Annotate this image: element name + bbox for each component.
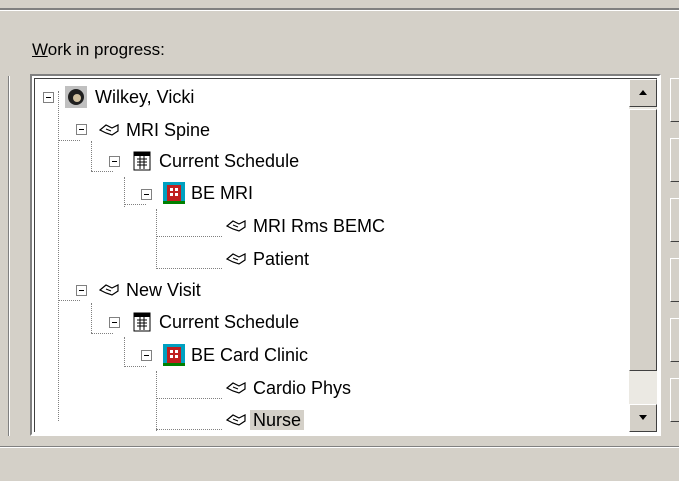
- label-accelerator: W: [32, 40, 48, 59]
- side-button[interactable]: [670, 318, 679, 362]
- side-button[interactable]: [670, 258, 679, 302]
- tree-content: Wilkey, Vicki MRI Spine Current Schedule: [35, 79, 625, 432]
- tree-line: [124, 337, 125, 367]
- side-button[interactable]: [670, 378, 679, 422]
- hospital-building-icon: [163, 344, 185, 366]
- vertical-scrollbar[interactable]: [629, 79, 657, 432]
- tree-node-visit[interactable]: New Visit: [123, 274, 204, 306]
- tree-node-label: Current Schedule: [159, 312, 300, 332]
- scroll-up-arrow-icon: [639, 90, 647, 95]
- top-separator: [0, 8, 679, 11]
- tree-node-resource-selected[interactable]: Nurse: [250, 404, 305, 432]
- side-button[interactable]: [670, 78, 679, 122]
- handshake-icon: [225, 215, 247, 237]
- side-button[interactable]: [670, 198, 679, 242]
- patient-head-icon: [65, 86, 87, 108]
- side-button[interactable]: [670, 138, 679, 182]
- tree-node-label: BE MRI: [191, 183, 254, 203]
- tree-node-label: Wilkey, Vicki: [95, 87, 195, 107]
- collapse-toggle-root[interactable]: [43, 92, 54, 103]
- tree-node-label: MRI Spine: [126, 120, 211, 140]
- tree-line: [156, 209, 157, 269]
- tree-node-resource[interactable]: MRI Rms BEMC: [250, 210, 388, 242]
- tree-node-visit[interactable]: MRI Spine: [123, 114, 213, 146]
- collapse-toggle-schedule1[interactable]: [109, 156, 120, 167]
- bottom-separator: [0, 446, 679, 448]
- collapse-toggle-location1[interactable]: [141, 189, 152, 200]
- tree-line: [124, 204, 146, 205]
- tree-node-label: Patient: [253, 249, 310, 269]
- tree-line: [156, 371, 157, 432]
- handshake-icon: [225, 409, 247, 431]
- label-text: ork in progress:: [47, 40, 165, 59]
- collapse-toggle-location2[interactable]: [141, 350, 152, 361]
- collapse-toggle-visit1[interactable]: [76, 124, 87, 135]
- scroll-thumb[interactable]: [629, 109, 657, 371]
- hospital-building-icon: [163, 182, 185, 204]
- collapse-toggle-visit2[interactable]: [76, 285, 87, 296]
- tree-line: [58, 140, 80, 141]
- handshake-icon: [98, 119, 120, 141]
- scroll-down-arrow-icon: [639, 415, 647, 420]
- tree-line: [124, 177, 125, 207]
- tree-node-label: Cardio Phys: [253, 378, 352, 398]
- tree-line: [91, 333, 113, 334]
- tree-line: [91, 171, 113, 172]
- tree-node-schedule[interactable]: Current Schedule: [156, 145, 302, 177]
- tree-node-label: New Visit: [126, 280, 201, 300]
- left-panel-edge: [0, 76, 9, 436]
- tree-line: [156, 429, 222, 430]
- tree-node-location[interactable]: BE Card Clinic: [188, 339, 311, 371]
- tree-node-label: Nurse: [250, 410, 305, 430]
- tree-line: [124, 366, 146, 367]
- work-in-progress-tree[interactable]: Wilkey, Vicki MRI Spine Current Schedule: [30, 74, 661, 436]
- tree-line: [91, 141, 92, 171]
- tree-node-schedule[interactable]: Current Schedule: [156, 306, 302, 338]
- tree-line: [156, 398, 222, 399]
- tree-line: [58, 300, 80, 301]
- scroll-down-button[interactable]: [629, 404, 657, 432]
- handshake-icon: [225, 377, 247, 399]
- tree-node-resource[interactable]: Patient: [250, 243, 312, 275]
- calendar-icon: [131, 311, 153, 333]
- scroll-up-button[interactable]: [629, 79, 657, 107]
- tree-node-label: MRI Rms BEMC: [253, 216, 385, 236]
- tree-line: [156, 236, 222, 237]
- tree-line: [156, 268, 222, 269]
- handshake-icon: [225, 248, 247, 270]
- tree-node-label: BE Card Clinic: [191, 345, 309, 365]
- calendar-icon: [131, 150, 153, 172]
- tree-line: [91, 303, 92, 333]
- handshake-icon: [98, 279, 120, 301]
- collapse-toggle-schedule2[interactable]: [109, 317, 120, 328]
- tree-node-resource[interactable]: Cardio Phys: [250, 372, 354, 404]
- tree-node-location[interactable]: BE MRI: [188, 177, 256, 209]
- tree-node-label: Current Schedule: [159, 151, 300, 171]
- work-in-progress-label: Work in progress:: [32, 40, 165, 60]
- tree-node-patient[interactable]: Wilkey, Vicki: [92, 81, 197, 113]
